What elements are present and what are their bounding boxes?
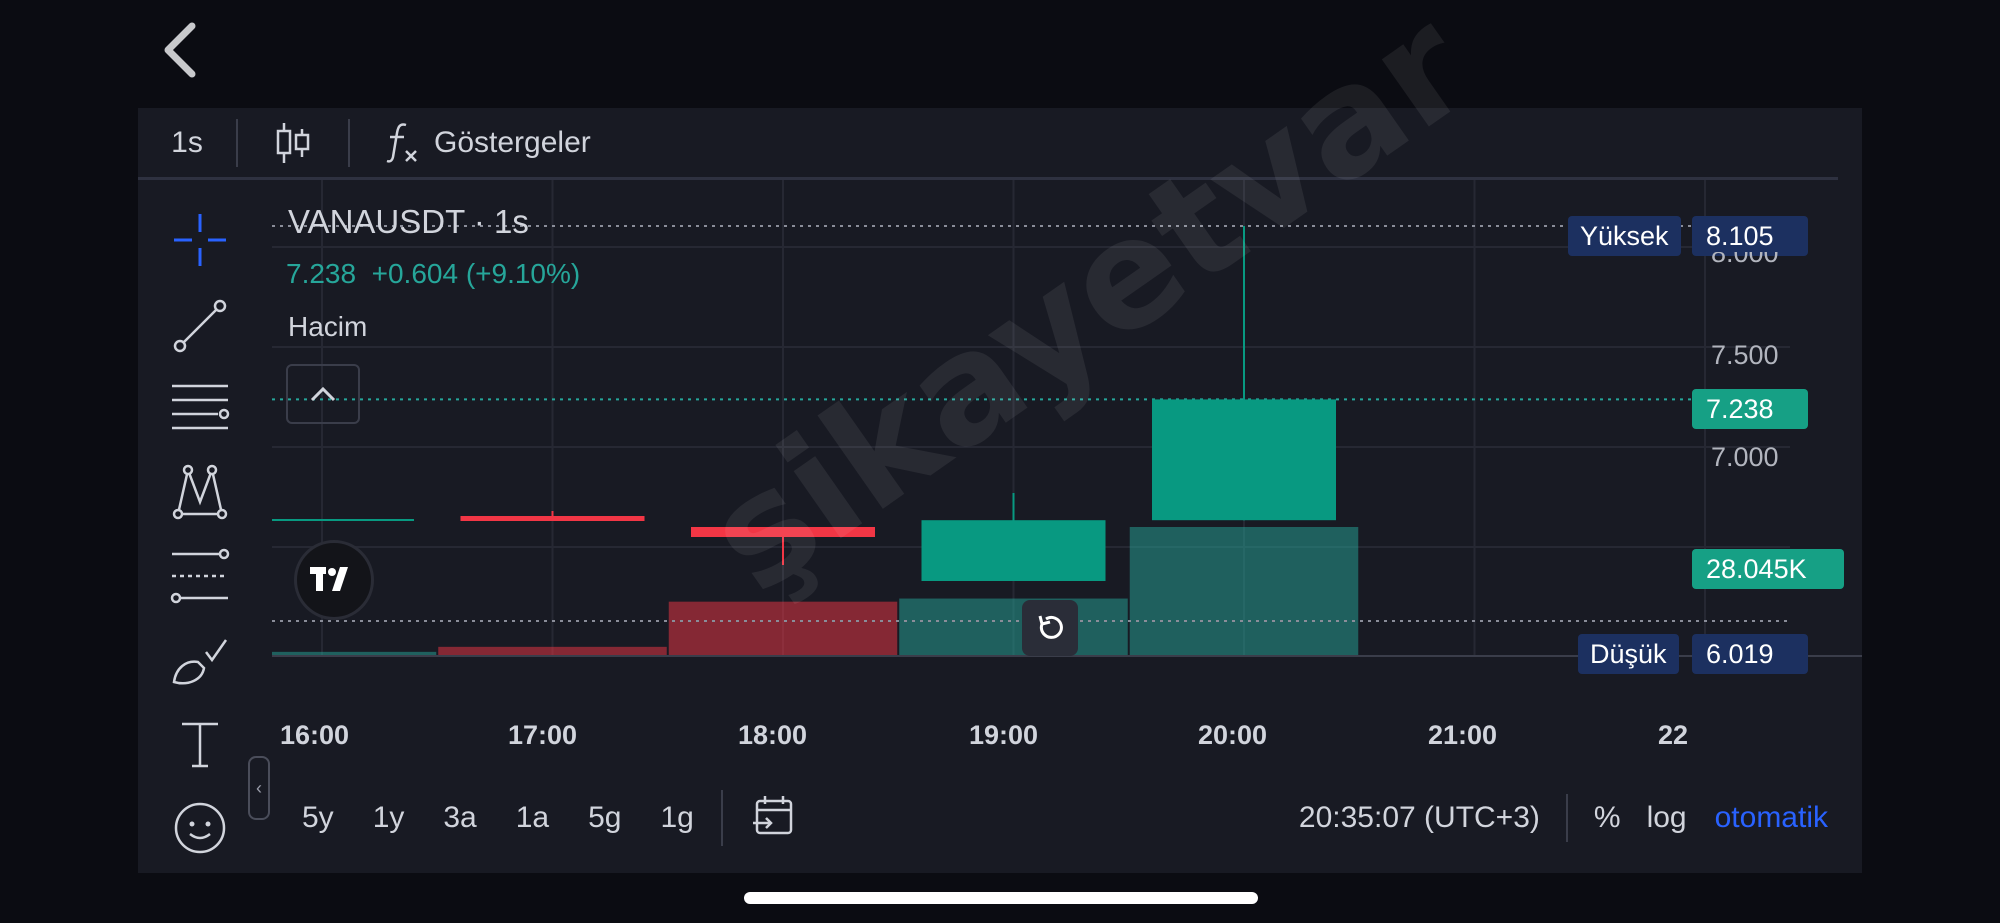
chevron-left-small-icon: ‹ <box>256 777 262 798</box>
candle-body <box>272 519 414 521</box>
rotate-icon <box>1038 615 1063 639</box>
go-to-date-button[interactable] <box>751 793 797 844</box>
time-axis-label: 21:00 <box>1428 720 1498 750</box>
tradingview-logo[interactable] <box>294 540 374 620</box>
back-button[interactable] <box>150 20 210 80</box>
text-icon <box>182 722 218 768</box>
horizontal-lines-icon <box>172 384 230 430</box>
reset-chart-button[interactable] <box>1022 600 1078 656</box>
range-1y-button[interactable]: 1y <box>373 801 405 835</box>
app-root: 1s Göstergeler ‹ şikayetvar VANAUSDT · 1… <box>0 0 2000 923</box>
current-price-tag: 7.238 <box>1692 389 1808 429</box>
auto-scale-toggle[interactable]: otomatik <box>1715 801 1828 835</box>
tradingview-icon <box>310 567 348 591</box>
percent-toggle[interactable]: % <box>1594 801 1621 835</box>
range-5y-button[interactable]: 5y <box>302 801 334 835</box>
log-toggle[interactable]: log <box>1647 801 1687 835</box>
text-button[interactable] <box>168 712 232 776</box>
range-1g-button[interactable]: 1g <box>661 801 694 835</box>
volume-bar <box>438 646 667 655</box>
emoji-button[interactable] <box>168 796 232 860</box>
function-icon <box>386 122 417 163</box>
volume-bar <box>1129 527 1359 655</box>
time-axis-label: 19:00 <box>969 720 1039 750</box>
range-1a-button[interactable]: 1a <box>516 801 549 835</box>
home-indicator <box>744 892 1258 904</box>
pattern-button[interactable] <box>168 460 232 524</box>
drawing-sidebar: ‹ <box>138 188 270 878</box>
candles-icon <box>276 122 310 163</box>
forecast-button[interactable] <box>168 544 232 608</box>
price-axis-label: 7.000 <box>1711 442 1779 472</box>
high-label-tag: Yüksek <box>1568 216 1681 256</box>
time-axis-label: 18:00 <box>738 720 808 750</box>
crosshair-button[interactable] <box>168 208 232 272</box>
high-price-tag: 8.105 <box>1692 216 1808 256</box>
calendar-icon <box>752 795 793 834</box>
chart-type-button[interactable] <box>238 107 348 179</box>
bottom-right-controls: 20:35:07 (UTC+3) % log otomatik <box>1299 794 1828 842</box>
volume-label: Hacim <box>288 311 368 342</box>
forecast-icon <box>170 548 230 604</box>
price-change: 7.238 +0.604 (+9.10%) <box>286 258 581 289</box>
time-axis-label: 22 <box>1658 720 1689 750</box>
chevron-up-icon <box>310 386 336 402</box>
candle-body <box>921 520 1106 581</box>
indicators-button[interactable]: Göstergeler <box>350 121 591 165</box>
interval-button[interactable]: 1s <box>138 126 236 160</box>
symbol-title: VANAUSDT · 1s <box>288 203 529 240</box>
legend-collapse-button[interactable] <box>286 364 360 424</box>
bottom-toolbar: 5y 1y 3a 1a 5g 1g 20:35:07 (UTC+3) % log… <box>272 788 1862 848</box>
price-axis-label: 7.500 <box>1711 340 1779 370</box>
indicators-label: Göstergeler <box>434 125 591 159</box>
time-axis-label: 17:00 <box>508 720 578 750</box>
candle-body <box>1152 399 1336 521</box>
low-label-tag: Düşük <box>1578 634 1679 674</box>
chart-toolbar: 1s Göstergeler <box>138 108 1838 180</box>
candle-body <box>460 516 645 521</box>
time-axis-label: 20:00 <box>1198 720 1268 750</box>
chevron-left-icon <box>164 22 196 78</box>
chart-panel: 1s Göstergeler ‹ şikayetvar VANAUSDT · 1… <box>138 0 1862 873</box>
brush-icon <box>172 639 228 685</box>
volume-tag: 28.045K <box>1692 549 1844 589</box>
clock-timezone[interactable]: 20:35:07 (UTC+3) <box>1299 801 1540 835</box>
volume-bar <box>899 598 1128 655</box>
bottom-divider <box>720 790 723 846</box>
smiley-icon <box>174 802 226 854</box>
trend-line-button[interactable] <box>168 294 232 358</box>
brush-button[interactable] <box>168 628 232 692</box>
volume-bar <box>272 651 437 655</box>
time-axis-label: 16:00 <box>280 720 350 750</box>
bottom-divider <box>1565 794 1568 842</box>
range-3a-button[interactable]: 3a <box>443 801 476 835</box>
trend-line-icon <box>173 299 227 353</box>
range-5g-button[interactable]: 5g <box>588 801 621 835</box>
sidebar-collapse-tab[interactable]: ‹ <box>248 756 270 820</box>
crosshair-icon <box>174 214 226 266</box>
fib-button[interactable] <box>168 376 232 440</box>
pattern-icon <box>172 464 228 520</box>
low-price-tag: 6.019 <box>1692 634 1808 674</box>
